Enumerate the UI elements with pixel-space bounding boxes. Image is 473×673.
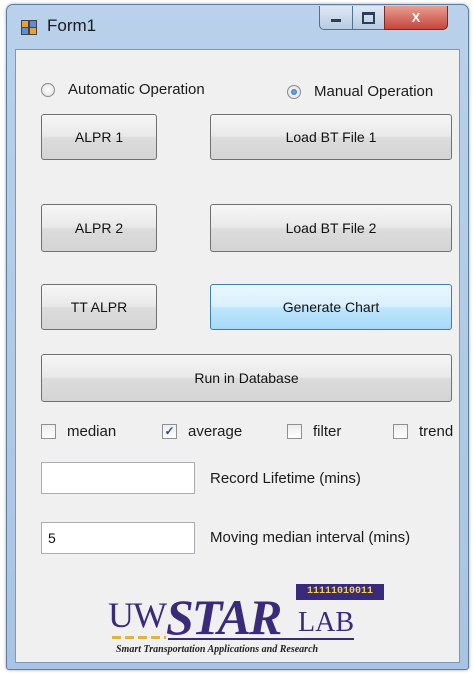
trend-checkbox[interactable]: trend xyxy=(393,423,453,440)
close-button[interactable]: X xyxy=(384,6,448,30)
load-bt-file-1-button[interactable]: Load BT File 1 xyxy=(210,114,452,160)
app-icon xyxy=(21,20,37,35)
load-bt-file-2-button[interactable]: Load BT File 2 xyxy=(210,204,452,252)
checkbox-box xyxy=(41,424,56,439)
logo-lab-text: LAB xyxy=(298,607,354,638)
logo-underline xyxy=(168,638,354,640)
radio-indicator-selected xyxy=(287,84,301,99)
logo-dashes xyxy=(112,636,166,639)
logo-binary-strip: 11111010011 xyxy=(296,584,384,600)
close-icon: X xyxy=(411,10,421,25)
minimize-button[interactable] xyxy=(319,6,353,30)
title-bar[interactable]: Form1 X xyxy=(7,5,468,49)
moving-median-interval-label: Moving median interval (mins) xyxy=(210,529,411,546)
automatic-operation-label: Automatic Operation xyxy=(68,81,205,98)
median-label: median xyxy=(67,423,117,440)
record-lifetime-label: Record Lifetime (mins) xyxy=(210,470,361,487)
moving-median-interval-input[interactable] xyxy=(41,522,195,554)
form-window: Form1 X Automatic Operation Manual Opera… xyxy=(6,4,469,670)
record-lifetime-input[interactable] xyxy=(41,462,195,494)
window-title: Form1 xyxy=(47,16,97,35)
average-checkbox[interactable]: ✓ average xyxy=(162,423,242,440)
manual-operation-label: Manual Operation xyxy=(314,83,434,100)
manual-operation-radio[interactable]: Manual Operation xyxy=(287,83,433,100)
average-label: average xyxy=(188,423,243,440)
alpr1-button[interactable]: ALPR 1 xyxy=(41,114,157,160)
checkmark-icon: ✓ xyxy=(162,424,177,439)
uw-star-lab-logo: UW STAR 11111010011 LAB Smart Transporta… xyxy=(108,584,390,662)
filter-label: filter xyxy=(313,423,342,440)
checkbox-box xyxy=(393,424,408,439)
median-checkbox[interactable]: median xyxy=(41,423,116,440)
trend-label: trend xyxy=(419,423,454,440)
tt-alpr-button[interactable]: TT ALPR xyxy=(41,284,157,330)
run-in-database-button[interactable]: Run in Database xyxy=(41,354,452,402)
maximize-icon xyxy=(362,11,375,24)
logo-uw-text: UW xyxy=(108,595,167,635)
filter-checkbox[interactable]: filter xyxy=(287,423,341,440)
automatic-operation-radio[interactable]: Automatic Operation xyxy=(41,81,205,98)
radio-indicator xyxy=(41,82,55,97)
form-client-area: Automatic Operation Manual Operation ALP… xyxy=(15,49,460,663)
checkbox-box xyxy=(287,424,302,439)
generate-chart-button[interactable]: Generate Chart xyxy=(210,284,452,330)
logo-tagline: Smart Transportation Applications and Re… xyxy=(116,644,319,655)
maximize-button[interactable] xyxy=(352,6,385,30)
minimize-icon xyxy=(331,19,341,22)
alpr2-button[interactable]: ALPR 2 xyxy=(41,204,157,252)
